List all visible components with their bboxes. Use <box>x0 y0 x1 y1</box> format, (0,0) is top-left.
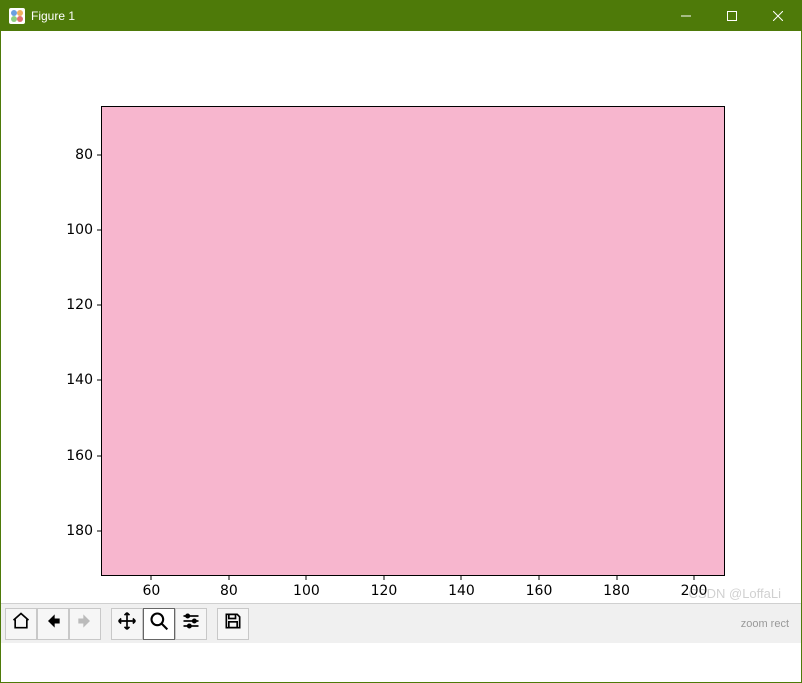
ytick-mark <box>97 305 101 306</box>
xtick-label: 120 <box>371 583 398 599</box>
home-icon <box>11 611 31 636</box>
window-titlebar: Figure 1 <box>1 1 801 31</box>
ytick-mark <box>97 380 101 381</box>
axes-area <box>101 106 725 576</box>
ytick-label: 140 <box>1 372 93 388</box>
pan-button[interactable] <box>111 608 143 640</box>
xtick-mark <box>694 576 695 580</box>
ytick-mark <box>97 530 101 531</box>
xtick-label: 100 <box>293 583 320 599</box>
save-button[interactable] <box>217 608 249 640</box>
ytick-label: 80 <box>1 147 93 163</box>
ytick-label: 120 <box>1 297 93 313</box>
zoom-icon <box>149 611 169 636</box>
ytick-label: 180 <box>1 523 93 539</box>
xtick-label: 60 <box>142 583 160 599</box>
xtick-mark <box>616 576 617 580</box>
move-icon <box>117 611 137 636</box>
minimize-button[interactable] <box>663 1 709 31</box>
xtick-label: 140 <box>448 583 475 599</box>
ytick-mark <box>97 230 101 231</box>
xtick-label: 160 <box>526 583 553 599</box>
arrow-right-icon <box>75 611 95 636</box>
app-icon <box>9 8 25 24</box>
xtick-label: 180 <box>603 583 630 599</box>
xtick-mark <box>151 576 152 580</box>
xtick-mark <box>461 576 462 580</box>
window-title: Figure 1 <box>31 9 75 23</box>
xtick-label: 200 <box>681 583 708 599</box>
xtick-mark <box>539 576 540 580</box>
ytick-mark <box>97 455 101 456</box>
ytick-label: 160 <box>1 448 93 464</box>
ytick-label: 100 <box>1 222 93 238</box>
xtick-mark <box>306 576 307 580</box>
zoom-button[interactable] <box>143 608 175 640</box>
toolbar-status-text: zoom rect <box>741 618 789 630</box>
close-button[interactable] <box>755 1 801 31</box>
nav-toolbar: zoom rect <box>1 603 801 643</box>
forward-button[interactable] <box>69 608 101 640</box>
xtick-mark <box>228 576 229 580</box>
maximize-button[interactable] <box>709 1 755 31</box>
xtick-label: 80 <box>220 583 238 599</box>
home-button[interactable] <box>5 608 37 640</box>
xtick-mark <box>383 576 384 580</box>
ytick-mark <box>97 154 101 155</box>
back-button[interactable] <box>37 608 69 640</box>
save-icon <box>223 611 243 636</box>
figure-canvas[interactable]: 80 100 120 140 160 180 60 80 100 120 140… <box>1 31 801 643</box>
subplots-button[interactable] <box>175 608 207 640</box>
sliders-icon <box>181 611 201 636</box>
arrow-left-icon <box>43 611 63 636</box>
